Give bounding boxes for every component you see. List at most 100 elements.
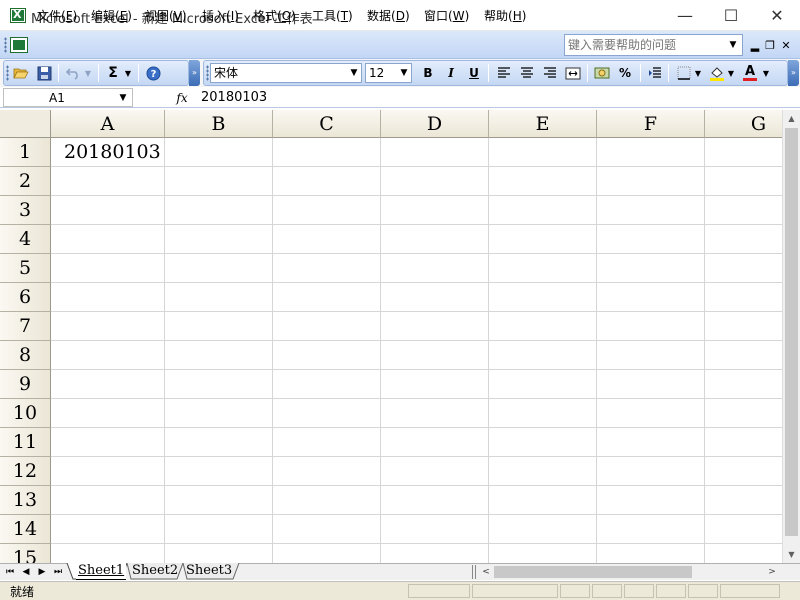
cell-a1[interactable]: 20180103 <box>51 138 164 167</box>
select-all-corner[interactable] <box>0 110 51 138</box>
workbook-icon[interactable] <box>10 37 28 53</box>
column-header-a[interactable]: A <box>51 110 165 138</box>
chevron-down-icon[interactable]: ▼ <box>116 90 130 106</box>
menu-help[interactable]: 帮助(H) <box>484 7 526 24</box>
menu-view[interactable]: 视图(V) <box>145 7 187 24</box>
chevron-down-icon[interactable]: ▼ <box>347 64 361 82</box>
autosum-dropdown-icon[interactable]: ▼ <box>122 64 134 82</box>
font-color-icon[interactable]: A <box>740 64 760 82</box>
column-header-c[interactable]: C <box>273 110 381 138</box>
menu-file[interactable]: 文件(F) <box>37 7 77 24</box>
close-button[interactable]: ✕ <box>754 0 800 31</box>
italic-icon[interactable]: I <box>441 64 461 82</box>
minimize-button[interactable]: — <box>662 0 708 31</box>
vertical-scrollbar[interactable]: ▲ ▼ <box>782 110 800 563</box>
column-header-g[interactable]: G <box>705 110 782 138</box>
menu-data[interactable]: 数据(D) <box>367 7 410 24</box>
prev-sheet-icon[interactable]: ◀ <box>19 564 33 579</box>
font-size-select[interactable]: 12 ▼ <box>365 63 412 83</box>
standard-toolbar-grip[interactable] <box>6 65 9 81</box>
row-header-10[interactable]: 10 <box>0 399 51 428</box>
underline-icon[interactable]: U <box>464 64 484 82</box>
workbook-restore-button[interactable]: ❐ <box>763 38 777 52</box>
scroll-up-icon[interactable]: ▲ <box>783 110 800 127</box>
menu-tools[interactable]: 工具(T) <box>312 7 353 24</box>
formula-content[interactable]: 20180103 <box>201 90 267 105</box>
bold-icon[interactable]: B <box>418 64 438 82</box>
align-center-icon[interactable] <box>517 64 537 82</box>
scroll-right-icon[interactable]: > <box>764 564 780 580</box>
help-search-box[interactable]: ▼ <box>564 34 743 56</box>
row-header-12[interactable]: 12 <box>0 457 51 486</box>
row-header-9[interactable]: 9 <box>0 370 51 399</box>
row-header-11[interactable]: 11 <box>0 428 51 457</box>
align-right-icon[interactable] <box>540 64 560 82</box>
autosum-icon[interactable]: Σ <box>103 64 123 82</box>
currency-icon[interactable] <box>592 64 612 82</box>
sheet-tab-1[interactable]: Sheet1 <box>76 563 127 580</box>
indent-icon[interactable] <box>645 64 665 82</box>
percent-icon[interactable]: % <box>615 64 635 82</box>
chevron-down-icon[interactable]: ▼ <box>397 64 411 82</box>
sheet-tab-2[interactable]: Sheet2 <box>130 563 180 580</box>
scroll-left-icon[interactable]: < <box>478 564 494 580</box>
menu-insert[interactable]: 插入(I) <box>202 7 239 24</box>
row-header-2[interactable]: 2 <box>0 167 51 196</box>
row-header-8[interactable]: 8 <box>0 341 51 370</box>
align-left-icon[interactable] <box>494 64 514 82</box>
open-icon[interactable] <box>11 64 31 82</box>
row-header-6[interactable]: 6 <box>0 283 51 312</box>
menu-edit[interactable]: 编辑(E) <box>91 7 132 24</box>
formatting-toolbar-options-icon[interactable]: » <box>788 60 799 86</box>
save-icon[interactable] <box>34 64 54 82</box>
borders-icon[interactable] <box>674 64 694 82</box>
menu-window[interactable]: 窗口(W) <box>424 7 469 24</box>
horizontal-scrollbar[interactable]: < > <box>478 564 782 580</box>
column-header-d[interactable]: D <box>381 110 489 138</box>
workbook-close-button[interactable]: ✕ <box>779 38 793 52</box>
column-header-b[interactable]: B <box>165 110 273 138</box>
borders-dropdown-icon[interactable]: ▼ <box>692 64 704 82</box>
row-header-4[interactable]: 4 <box>0 225 51 254</box>
row-header-5[interactable]: 5 <box>0 254 51 283</box>
standard-toolbar-options-icon[interactable]: » <box>189 60 200 86</box>
first-sheet-icon[interactable]: ⏮ <box>3 564 17 579</box>
undo-icon[interactable] <box>63 64 83 82</box>
worksheet-grid[interactable]: A B C D E F G 1 2 3 4 5 6 7 8 9 10 11 12… <box>0 110 782 563</box>
scroll-down-icon[interactable]: ▼ <box>783 546 800 563</box>
status-pane <box>656 584 686 598</box>
last-sheet-icon[interactable]: ⏭ <box>51 564 65 579</box>
font-name-select[interactable]: 宋体 ▼ <box>210 63 362 83</box>
formatting-toolbar-grip[interactable] <box>206 65 209 81</box>
row-header-14[interactable]: 14 <box>0 515 51 544</box>
menubar-grip[interactable] <box>4 37 7 53</box>
undo-dropdown-icon[interactable]: ▼ <box>82 64 94 82</box>
toolbar-separator <box>668 64 669 82</box>
name-box-value: A1 <box>49 91 65 105</box>
insert-function-icon[interactable]: fx <box>172 88 192 107</box>
fill-color-dropdown-icon[interactable]: ▼ <box>725 64 737 82</box>
sheet-tab-3[interactable]: Sheet3 <box>184 563 234 580</box>
row-header-13[interactable]: 13 <box>0 486 51 515</box>
horizontal-scroll-thumb[interactable] <box>494 566 692 578</box>
help-dropdown-icon[interactable]: ▼ <box>726 35 740 55</box>
font-color-dropdown-icon[interactable]: ▼ <box>760 64 772 82</box>
name-box[interactable]: A1 ▼ <box>3 88 133 107</box>
menu-format[interactable]: 格式(O) <box>253 7 296 24</box>
workbook-minimize-button[interactable]: ▂ <box>748 38 762 52</box>
row-header-15[interactable]: 15 <box>0 544 51 563</box>
help-icon[interactable]: ? <box>143 64 163 82</box>
fill-color-icon[interactable] <box>707 64 727 82</box>
help-search-input[interactable] <box>565 35 725 55</box>
excel-app-icon[interactable]: X <box>10 8 26 23</box>
row-header-7[interactable]: 7 <box>0 312 51 341</box>
next-sheet-icon[interactable]: ▶ <box>35 564 49 579</box>
column-header-f[interactable]: F <box>597 110 705 138</box>
row-header-3[interactable]: 3 <box>0 196 51 225</box>
column-header-e[interactable]: E <box>489 110 597 138</box>
merge-center-icon[interactable] <box>563 64 583 82</box>
maximize-button[interactable]: ☐ <box>708 0 754 31</box>
vertical-scroll-thumb[interactable] <box>785 128 798 536</box>
tab-split-handle[interactable] <box>472 565 476 579</box>
row-header-1[interactable]: 1 <box>0 138 51 167</box>
